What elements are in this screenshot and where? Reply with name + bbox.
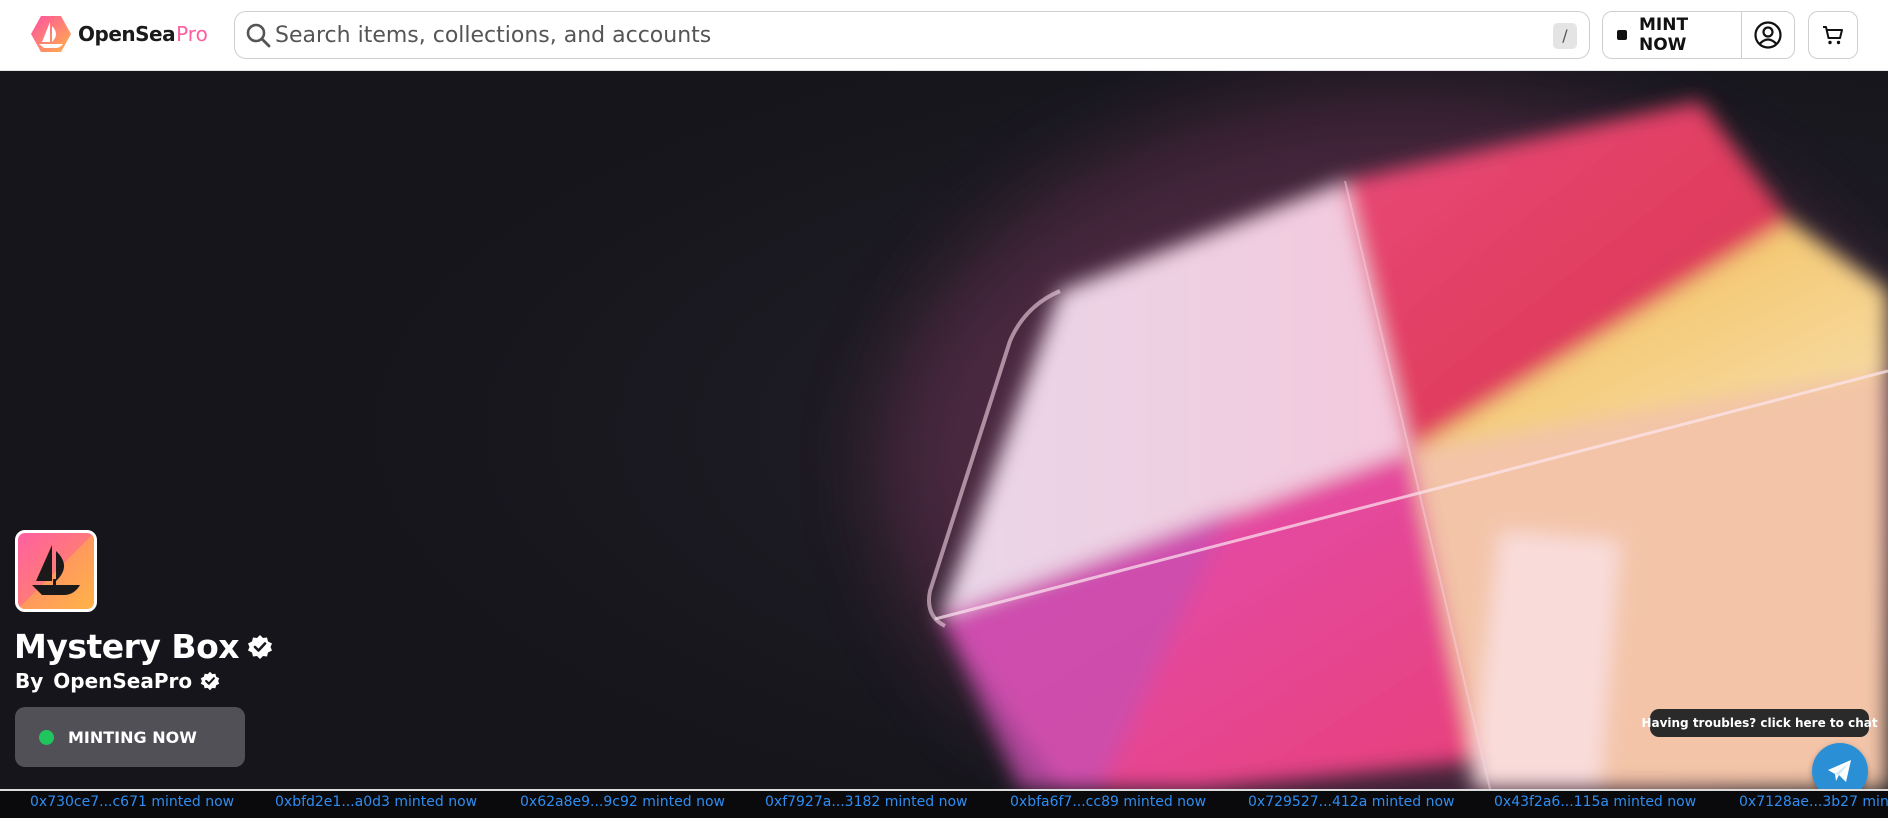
mint-now-button[interactable]: MINT NOW: [1603, 12, 1743, 58]
opensea-boat-icon: [18, 533, 94, 609]
collection-hero: Mystery Box By OpenSeaPro MINTING NOW Ha…: [0, 71, 1888, 789]
ticker-item: 0xf7927a...3182 minted now: [765, 794, 968, 810]
collection-avatar: [15, 530, 97, 612]
ticker-item: 0x730ce7...c671 minted now: [30, 794, 235, 810]
mint-activity-ticker: 0x730ce7...c671 minted now 0xbfd2e1...a0…: [0, 789, 1888, 818]
account-button[interactable]: [1742, 12, 1794, 58]
logo-pro-suffix: Pro: [176, 22, 208, 46]
cart-button[interactable]: [1808, 11, 1858, 59]
mint-account-group: MINT NOW: [1602, 11, 1795, 59]
search-bar[interactable]: /: [234, 11, 1590, 59]
logo-wordmark: OpenSea: [78, 22, 176, 46]
chat-help-tooltip[interactable]: Having troubles? click here to chat: [1641, 709, 1878, 737]
creator-by-label: By: [15, 669, 44, 693]
opensea-pro-logo-icon: [31, 16, 71, 52]
ticker-item: 0xbfd2e1...a0d3 minted now: [275, 794, 478, 810]
collection-name: Mystery Box: [14, 627, 240, 666]
cart-icon: [1823, 26, 1843, 45]
verified-badge-icon: [248, 634, 273, 659]
ticker-item: 0x7128ae...3b27 minted now: [1739, 794, 1888, 810]
mint-now-label: MINT NOW: [1638, 15, 1689, 55]
telegram-icon: [1828, 760, 1851, 782]
mint-square-icon: [1617, 30, 1627, 40]
collection-title: Mystery Box: [14, 627, 273, 666]
search-input[interactable]: [275, 12, 1525, 58]
search-icon: [246, 23, 271, 48]
user-circle-icon: [1754, 21, 1782, 49]
top-header: OpenSea Pro / MINT NOW: [0, 0, 1888, 71]
minting-status-label: MINTING NOW: [68, 727, 197, 747]
search-shortcut-key: /: [1553, 23, 1577, 49]
hero-banner-image: [0, 71, 1888, 789]
creator-line: By OpenSeaPro: [15, 669, 220, 693]
status-dot-icon: [39, 729, 54, 745]
creator-name-link[interactable]: OpenSeaPro: [53, 669, 192, 693]
ticker-item: 0x729527...412a minted now: [1248, 794, 1455, 810]
minting-status-badge: MINTING NOW: [15, 707, 245, 767]
ticker-item: 0x62a8e9...9c92 minted now: [520, 794, 725, 810]
opensea-pro-logo[interactable]: OpenSea Pro: [30, 14, 208, 54]
ticker-item: 0xbfa6f7...cc89 minted now: [1010, 794, 1207, 810]
verified-badge-icon: [200, 671, 220, 691]
ticker-item: 0x43f2a6...115a minted now: [1494, 794, 1697, 810]
